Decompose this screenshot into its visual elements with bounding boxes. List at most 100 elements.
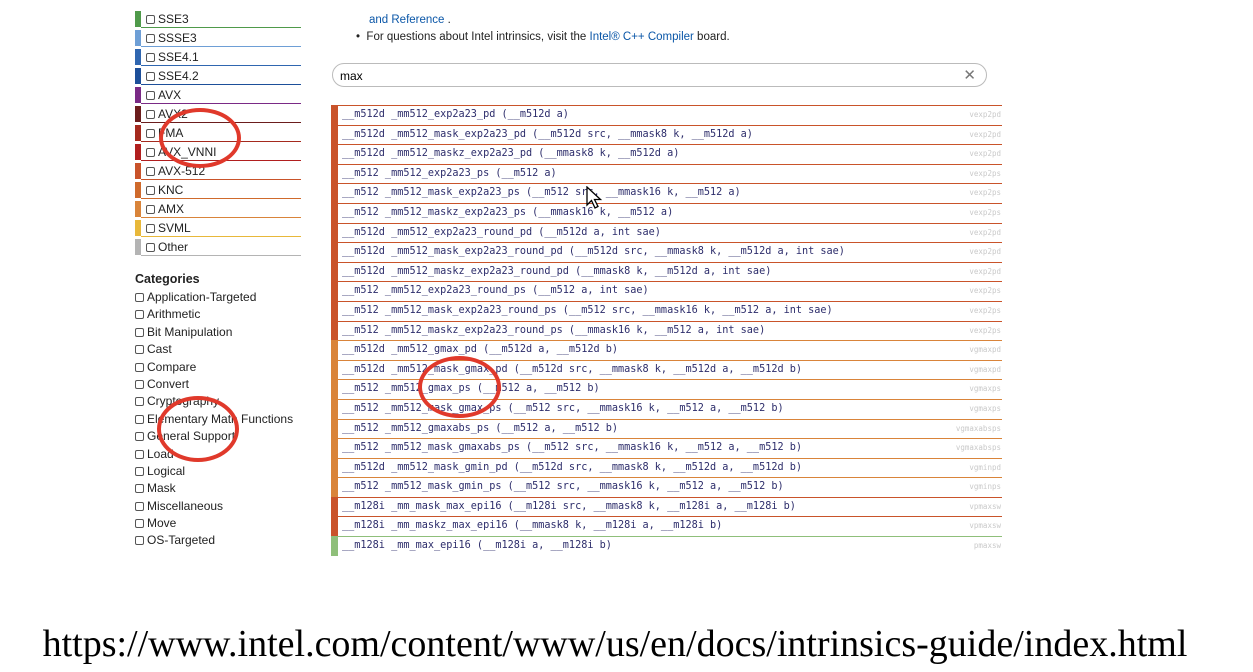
technology-item[interactable]: SSE4.1 xyxy=(135,48,301,66)
category-item[interactable]: Miscellaneous xyxy=(135,498,310,515)
intrinsic-row[interactable]: __m512 _mm512_mask_gmin_ps (__m512 src, … xyxy=(331,477,1002,497)
intrinsic-row[interactable]: __m512d _mm512_mask_exp2a23_round_pd (__… xyxy=(331,242,1002,262)
technology-underline xyxy=(141,198,301,199)
category-checkbox[interactable] xyxy=(135,484,144,494)
intrinsic-instruction: vgmaxpd xyxy=(969,364,1001,374)
technology-item[interactable]: AMX xyxy=(135,200,301,218)
category-item[interactable]: Probability/Statistics xyxy=(135,550,310,553)
technology-checkbox[interactable] xyxy=(146,72,155,81)
category-item[interactable]: Logical xyxy=(135,463,310,480)
technology-item[interactable]: SSE4.2 xyxy=(135,67,301,85)
intrinsic-row[interactable]: __m512d _mm512_exp2a23_pd (__m512d a) vex… xyxy=(331,105,1002,125)
intrinsic-tech-bar xyxy=(331,399,338,419)
category-checkbox[interactable] xyxy=(135,466,144,476)
category-label: Convert xyxy=(147,376,190,391)
technology-checkbox[interactable] xyxy=(146,148,155,157)
intrinsic-row[interactable]: __m512 _mm512_mask_exp2a23_ps (__m512 sr… xyxy=(331,183,1002,203)
category-label: Application-Targeted xyxy=(147,290,257,304)
intrinsic-row[interactable]: __m128i _mm_mask_max_epi16 (__m128i src,… xyxy=(331,496,1002,517)
technology-checkbox[interactable] xyxy=(146,205,155,214)
intrinsic-row[interactable]: __m512 _mm512_mask_exp2a23_round_ps (__m… xyxy=(331,300,1002,321)
category-checkbox[interactable] xyxy=(135,414,144,424)
category-checkbox[interactable] xyxy=(135,501,144,511)
clear-search-icon[interactable]: ✕ xyxy=(963,66,976,84)
technology-checkbox[interactable] xyxy=(146,129,155,138)
category-item[interactable]: Convert xyxy=(135,376,310,393)
intrinsic-row[interactable]: __m128i _mm_max_epi16 (__m128i a, __m128… xyxy=(331,536,1002,556)
intrinsic-signature: __m512 _mm512_mask_gmin_ps (__m512 src, … xyxy=(342,481,784,493)
category-item[interactable]: Compare xyxy=(135,359,310,376)
intrinsic-row[interactable]: __m512d _mm512_exp2a23_round_pd (__m512d… xyxy=(331,222,1002,243)
category-item[interactable]: OS-Targeted xyxy=(135,532,310,549)
intrinsic-row[interactable]: __m512d _mm512_mask_gmin_pd (__m512d src… xyxy=(331,457,1002,478)
technology-item[interactable]: Other xyxy=(135,238,301,256)
category-checkbox[interactable] xyxy=(135,536,144,546)
intrinsic-tech-bar xyxy=(331,439,338,458)
intrinsic-row[interactable]: __m512 _mm512_maskz_exp2a23_round_ps (__… xyxy=(331,320,1002,341)
category-label: Move xyxy=(147,516,177,531)
intrinsic-signature: __m512 _mm512_exp2a23_ps (__m512 a) xyxy=(342,167,557,179)
category-item[interactable]: Arithmetic xyxy=(135,306,310,323)
technology-item[interactable]: SSSE3 xyxy=(135,29,301,47)
intrinsic-instruction: vexp2ps xyxy=(969,286,1001,296)
categories-heading: Categories xyxy=(135,272,200,286)
intrinsic-row[interactable]: __m512 _mm512_exp2a23_ps (__m512 a) vexp2… xyxy=(331,163,1002,184)
category-item[interactable]: Move xyxy=(135,515,310,532)
technology-checkbox[interactable] xyxy=(146,15,155,24)
technology-checkbox[interactable] xyxy=(146,167,155,176)
intrinsic-row[interactable]: __m512d _mm512_maskz_exp2a23_pd (__mmask… xyxy=(331,144,1002,164)
intrinsic-row[interactable]: __m128i _mm_maskz_max_epi16 (__mmask8 k,… xyxy=(331,516,1002,537)
intrinsic-instruction: vexp2ps xyxy=(969,207,1001,217)
category-checkbox[interactable] xyxy=(135,362,144,372)
technology-item[interactable]: SVML xyxy=(135,219,301,237)
search-input[interactable] xyxy=(338,67,942,85)
technology-color-swatch xyxy=(135,163,141,179)
category-checkbox[interactable] xyxy=(135,397,144,407)
technology-label: KNC xyxy=(158,183,184,197)
category-checkbox[interactable] xyxy=(135,519,144,529)
category-checkbox[interactable] xyxy=(135,310,144,320)
technology-item[interactable]: AVX xyxy=(135,86,301,104)
intrinsic-instruction: vgmaxpd xyxy=(969,345,1001,355)
technology-checkbox[interactable] xyxy=(146,243,155,252)
technology-item[interactable]: SSE3 xyxy=(135,10,301,28)
intrinsic-instruction: vpmaxsw xyxy=(969,521,1001,531)
intrinsic-tech-bar xyxy=(331,517,338,537)
category-item[interactable]: Cast xyxy=(135,341,310,358)
intrinsic-row[interactable]: __m512 _mm512_maskz_exp2a23_ps (__mmask1… xyxy=(331,202,1002,223)
category-checkbox[interactable] xyxy=(135,327,144,337)
intrinsic-row[interactable]: __m512 _mm512_gmaxabs_ps (__m512 a, __m5… xyxy=(331,418,1002,439)
technology-checkbox[interactable] xyxy=(146,186,155,195)
annotation-circle-fma xyxy=(159,108,241,168)
category-checkbox[interactable] xyxy=(135,379,144,389)
intrinsic-row[interactable]: __m512d _mm512_mask_exp2a23_pd (__m512d … xyxy=(331,124,1002,145)
technology-checkbox[interactable] xyxy=(146,53,155,62)
intrinsic-signature: __m128i _mm_max_epi16 (__m128i a, __m128… xyxy=(342,540,612,552)
url-caption: https://www.intel.com/content/www/us/en/… xyxy=(42,623,1188,665)
intrinsic-row[interactable]: __m512 _mm512_mask_gmaxabs_ps (__m512 sr… xyxy=(331,438,1002,458)
reference-link[interactable]: and Reference xyxy=(369,14,444,26)
category-checkbox[interactable] xyxy=(135,293,144,302)
intrinsic-instruction: vexp2pd xyxy=(969,227,1001,237)
category-label: Logical xyxy=(147,463,186,478)
technology-checkbox[interactable] xyxy=(146,91,155,100)
intrinsic-row[interactable]: __m512d _mm512_gmax_pd (__m512d a, __m51… xyxy=(331,340,1002,360)
intrinsic-row[interactable]: __m512d _mm512_maskz_exp2a23_round_pd (_… xyxy=(331,261,1002,282)
questions-suffix: board. xyxy=(693,31,730,43)
intrinsic-row[interactable]: __m512 _mm512_exp2a23_round_ps (__m512 a… xyxy=(331,281,1002,301)
intrinsic-signature: __m128i _mm_mask_max_epi16 (__m128i src,… xyxy=(342,500,796,512)
category-item[interactable]: Application-Targeted xyxy=(135,289,310,306)
category-label: Compare xyxy=(147,359,197,374)
technology-item[interactable]: KNC xyxy=(135,181,301,199)
category-item[interactable]: Mask xyxy=(135,480,310,497)
category-checkbox[interactable] xyxy=(135,449,144,459)
compiler-board-link[interactable]: Intel® C++ Compiler xyxy=(590,31,694,43)
technology-checkbox[interactable] xyxy=(146,224,155,233)
intrinsic-tech-bar xyxy=(331,419,338,439)
technology-color-swatch xyxy=(135,30,141,46)
category-checkbox[interactable] xyxy=(135,432,144,442)
category-item[interactable]: Bit Manipulation xyxy=(135,324,310,341)
technology-checkbox[interactable] xyxy=(146,110,155,119)
category-checkbox[interactable] xyxy=(135,345,144,355)
technology-checkbox[interactable] xyxy=(146,34,155,43)
